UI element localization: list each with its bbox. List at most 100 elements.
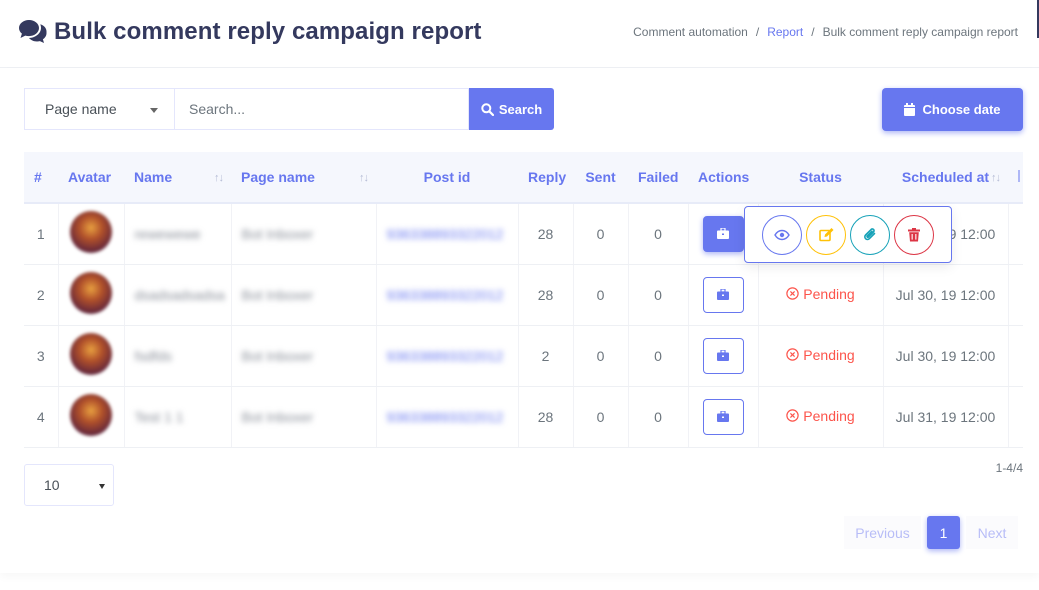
edit-campaign-button[interactable] bbox=[806, 214, 846, 255]
title-group: Bulk comment reply campaign report bbox=[18, 18, 482, 46]
avatar bbox=[70, 333, 112, 375]
post-id-link[interactable]: 936338893322012 bbox=[387, 226, 504, 242]
name-cell: rewewewe bbox=[124, 203, 232, 265]
row-number: 1 bbox=[24, 203, 59, 265]
failed-count: 0 bbox=[628, 325, 689, 387]
column-header-page-name[interactable]: Page name ↑↓ bbox=[231, 152, 376, 204]
breadcrumb-separator: / bbox=[811, 25, 815, 39]
eye-icon bbox=[774, 229, 790, 240]
search-button[interactable]: Search bbox=[469, 88, 554, 130]
page-name-cell: Bot Inboxer bbox=[231, 386, 377, 448]
times-circle-icon bbox=[786, 348, 799, 361]
overflow-cell bbox=[1008, 386, 1023, 448]
delete-campaign-button[interactable] bbox=[894, 214, 934, 255]
table-row: 3 fsdfds Bot Inboxer 936338893322012 2 0… bbox=[24, 325, 1023, 387]
page-name: Bot Inboxer bbox=[241, 286, 314, 303]
sort-icon: ↑↓ bbox=[214, 172, 224, 184]
actions-button[interactable] bbox=[702, 276, 744, 313]
avatar-cell bbox=[58, 203, 125, 265]
actions-button[interactable] bbox=[702, 337, 744, 374]
status-cell: Pending bbox=[758, 325, 884, 387]
row-number: 4 bbox=[24, 386, 59, 448]
post-id-cell: 936338893322012 bbox=[376, 203, 519, 265]
table-header-row: # Avatar Name ↑↓ Page name ↑↓ Post id Repl… bbox=[24, 152, 1023, 204]
status-text: Pending bbox=[803, 346, 855, 363]
per-page-select[interactable]: 10 bbox=[24, 464, 114, 506]
sent-count: 0 bbox=[573, 386, 629, 448]
sent-count: 0 bbox=[573, 264, 629, 326]
page-header: Bulk comment reply campaign report Comme… bbox=[0, 0, 1039, 68]
failed-count: 0 bbox=[628, 386, 689, 448]
page-name-cell: Bot Inboxer bbox=[231, 203, 377, 265]
avatar-cell bbox=[58, 325, 125, 387]
pagination: Previous 1 Next bbox=[844, 516, 1018, 549]
breadcrumb-item-comment-automation[interactable]: Comment automation bbox=[633, 25, 748, 39]
view-report-button[interactable] bbox=[762, 214, 802, 255]
post-id-cell: 936338893322012 bbox=[376, 264, 519, 326]
row-number: 3 bbox=[24, 325, 59, 387]
post-id-link[interactable]: 936338893322012 bbox=[387, 287, 504, 303]
column-header-name[interactable]: Name ↑↓ bbox=[124, 152, 231, 204]
attach-button[interactable] bbox=[850, 214, 890, 255]
scheduled-at-cell: Jul 30, 19 12:00 bbox=[883, 264, 1009, 326]
status-cell: Pending bbox=[758, 264, 884, 326]
reply-count: 28 bbox=[518, 264, 574, 326]
breadcrumb: Comment automation / Report / Bulk comme… bbox=[633, 25, 1018, 39]
breadcrumb-item-current: Bulk comment reply campaign report bbox=[822, 25, 1018, 39]
edit-icon bbox=[818, 227, 833, 241]
current-page-button[interactable]: 1 bbox=[927, 516, 960, 549]
column-header-failed: Failed bbox=[628, 152, 688, 204]
paperclip-icon bbox=[864, 228, 876, 241]
page-title: Bulk comment reply campaign report bbox=[54, 18, 482, 45]
campaign-name: Test 1 1 bbox=[134, 408, 184, 425]
page-name-select[interactable]: Page name bbox=[24, 88, 174, 130]
breadcrumb-item-report[interactable]: Report bbox=[767, 25, 803, 39]
post-id-link[interactable]: 936338893322012 bbox=[387, 409, 504, 425]
page-name-select-value: Page name bbox=[45, 101, 117, 117]
column-header-page-name-label: Page name bbox=[241, 169, 315, 185]
trash-icon bbox=[908, 227, 920, 241]
status-text: Pending bbox=[803, 407, 855, 424]
column-header-post-id: Post id bbox=[376, 152, 518, 204]
actions-cell bbox=[688, 264, 759, 326]
post-id-link[interactable]: 936338893322012 bbox=[387, 348, 504, 364]
column-header-overflow bbox=[1008, 152, 1023, 204]
column-header-scheduled-at[interactable]: Scheduled at ↑↓ bbox=[883, 152, 1008, 204]
result-count: 1-4/4 bbox=[995, 461, 1023, 475]
choose-date-button[interactable]: Choose date bbox=[882, 88, 1023, 131]
overflow-cell bbox=[1008, 325, 1023, 387]
briefcase-icon bbox=[717, 411, 729, 422]
search-icon bbox=[481, 102, 494, 116]
chevron-down-icon bbox=[99, 484, 105, 489]
previous-page-button[interactable]: Previous bbox=[844, 516, 921, 549]
page-name: Bot Inboxer bbox=[241, 408, 314, 425]
choose-date-label: Choose date bbox=[922, 102, 1001, 117]
campaign-name: dsadsadsadsa bbox=[134, 286, 225, 303]
next-page-button[interactable]: Next bbox=[966, 516, 1018, 549]
chevron-down-icon bbox=[150, 108, 158, 113]
status-badge: Pending bbox=[786, 285, 855, 302]
column-header-reply: Reply bbox=[518, 152, 573, 204]
campaign-name: rewewewe bbox=[134, 225, 201, 242]
search-input[interactable] bbox=[174, 88, 469, 130]
name-cell: dsadsadsadsa bbox=[124, 264, 232, 326]
page-name-cell: Bot Inboxer bbox=[231, 264, 377, 326]
column-header-sent: Sent bbox=[573, 152, 628, 204]
avatar bbox=[70, 211, 112, 254]
actions-cell bbox=[688, 325, 759, 387]
reply-count: 28 bbox=[518, 203, 574, 265]
comments-icon bbox=[19, 20, 47, 43]
actions-button[interactable] bbox=[702, 215, 744, 252]
briefcase-icon bbox=[717, 350, 729, 361]
search-button-label: Search bbox=[498, 101, 543, 117]
failed-count: 0 bbox=[628, 203, 689, 265]
times-circle-icon bbox=[786, 287, 799, 300]
status-text: Pending bbox=[803, 285, 855, 302]
actions-button[interactable] bbox=[702, 398, 744, 435]
times-circle-icon bbox=[786, 409, 799, 422]
breadcrumb-separator: / bbox=[755, 25, 760, 39]
sent-count: 0 bbox=[573, 203, 629, 265]
status-cell: Pending bbox=[758, 386, 884, 448]
overflow-cell bbox=[1008, 203, 1023, 265]
table-row: 2 dsadsadsadsa Bot Inboxer 9363388933220… bbox=[24, 264, 1023, 326]
